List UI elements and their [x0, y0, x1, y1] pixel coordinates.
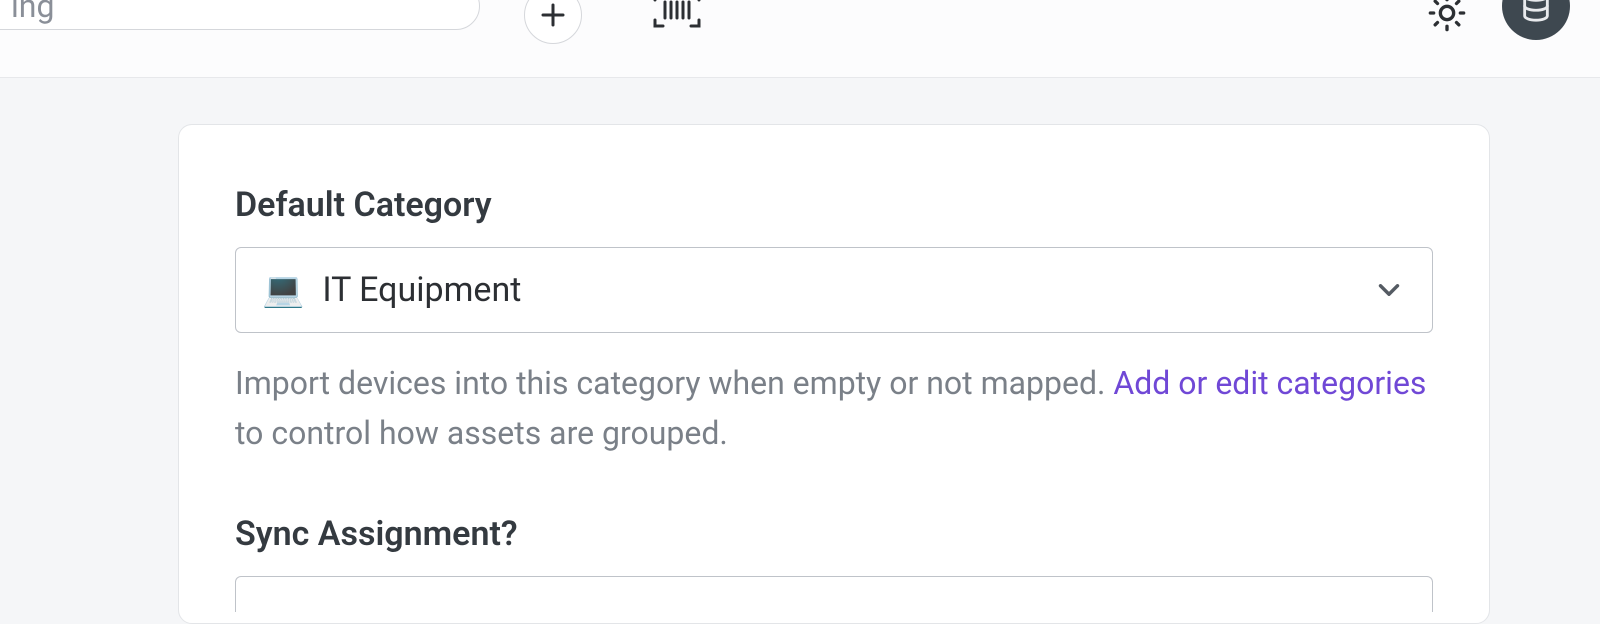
plus-icon	[538, 0, 568, 30]
laptop-icon: 💻	[262, 270, 304, 310]
barcode-scan-button[interactable]	[650, 0, 704, 30]
search-text-fragment: ing	[11, 0, 54, 25]
add-edit-categories-link[interactable]: Add or edit categories	[1113, 364, 1426, 402]
topbar: ing	[0, 0, 1600, 78]
database-button[interactable]	[1502, 0, 1570, 40]
default-category-select[interactable]: 💻 IT Equipment	[235, 247, 1433, 333]
chevron-down-icon	[1372, 273, 1406, 307]
sun-icon	[1427, 0, 1467, 33]
default-category-label: Default Category	[235, 185, 1433, 225]
settings-card: Default Category 💻 IT Equipment Import d…	[178, 124, 1490, 624]
sync-assignment-label: Sync Assignment?	[235, 514, 1433, 554]
help-text-post: to control how assets are grouped.	[235, 414, 728, 452]
help-text-pre: Import devices into this category when e…	[235, 364, 1113, 402]
default-category-value: IT Equipment	[322, 270, 1372, 310]
barcode-icon	[651, 0, 703, 30]
add-button[interactable]	[524, 0, 582, 44]
theme-toggle-button[interactable]	[1424, 0, 1470, 36]
default-category-help: Import devices into this category when e…	[235, 359, 1433, 458]
sync-assignment-select[interactable]	[235, 576, 1433, 612]
search-input[interactable]: ing	[0, 0, 480, 30]
database-icon	[1519, 0, 1553, 23]
